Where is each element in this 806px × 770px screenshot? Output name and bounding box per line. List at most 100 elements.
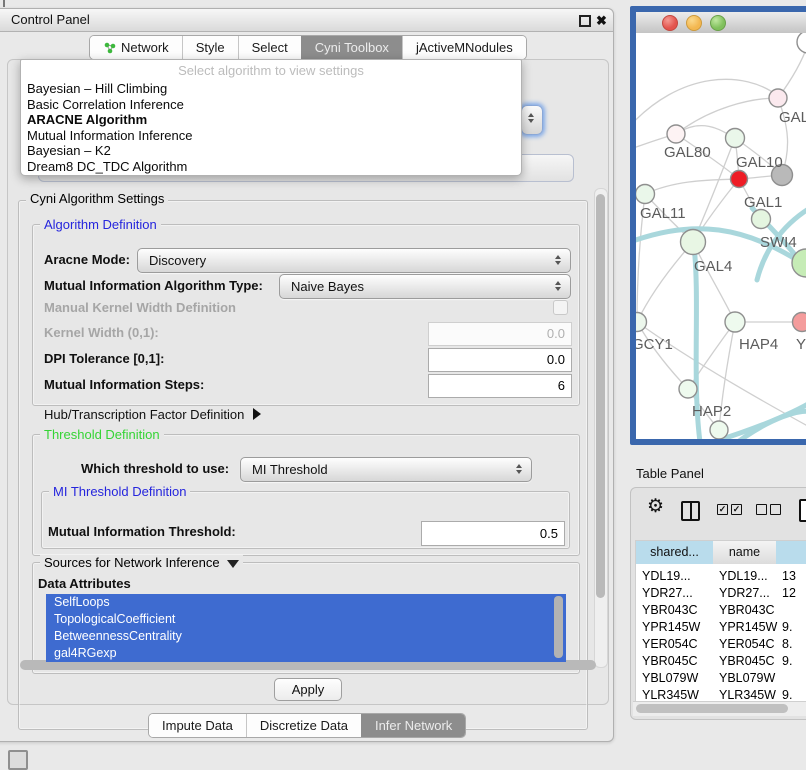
network-node[interactable] [769,89,787,107]
dropdown-item-basic-correlation-inference[interactable]: Basic Correlation Inference [27,97,184,112]
tab-cyni-toolbox[interactable]: Cyni Toolbox [301,36,402,59]
algorithm-combo-fragment[interactable] [521,105,543,135]
float-window-icon[interactable] [579,15,591,27]
close-icon[interactable]: ✖ [596,13,607,29]
gear-icon[interactable]: ⚙ [647,497,664,517]
network-node[interactable] [636,313,647,332]
network-node[interactable] [725,312,745,332]
network-window-titlebar[interactable] [636,12,806,34]
table-horizontal-scrollbar-thumb[interactable] [636,704,788,713]
kernel-width-label: Kernel Width (0,1): [44,321,159,344]
minimize-traffic-icon[interactable] [686,15,702,31]
dropdown-item-aracne-algorithm[interactable]: ARACNE Algorithm [27,112,147,127]
mi-type-combo[interactable]: Naive Bayes [279,274,571,299]
bottom-tab-infer-network[interactable]: Infer Network [361,714,465,737]
table-panel: ⚙ ✓✓ shared...name YDL19...YDL19...13YDR2… [630,487,806,720]
mi-steps-field[interactable]: 6 [428,374,572,398]
attribute-item-gal4rgexp[interactable]: gal4RGexp [46,645,566,662]
network-node-label: HAP2 [692,403,731,420]
table-cell: YBL079W [642,670,698,687]
tab-jactivemnodules[interactable]: jActiveMNodules [402,36,526,59]
network-node[interactable] [710,421,728,439]
sources-title[interactable]: Sources for Network Inference [40,555,243,570]
table-row[interactable]: YDR27...YDR27...12 [636,585,806,602]
tab-style[interactable]: Style [182,36,238,59]
table-row[interactable]: YPR145WYPR145W9. [636,619,806,636]
table-cell: YBR045C [642,653,698,670]
mi-threshold-field[interactable]: 0.5 [421,521,565,546]
kernel-width-field[interactable]: 0.0 [428,322,572,346]
column-header-name[interactable]: name [713,541,777,564]
dropdown-item-mutual-information-inference[interactable]: Mutual Information Inference [27,128,192,143]
network-svg: GALGAL80GAL10GAL1GAL11SWI4GAL4GCY1HAP4YH… [636,33,806,439]
which-threshold-combo[interactable]: MI Threshold [240,457,532,482]
window-edge-tick [3,0,5,7]
table-row[interactable]: YER054CYER054C8. [636,636,806,653]
tab-network[interactable]: Network [90,36,182,59]
tab-select[interactable]: Select [238,36,301,59]
network-node[interactable] [793,313,806,332]
manual-kernel-label: Manual Kernel Width Definition [44,296,236,319]
document-icon[interactable] [799,499,806,522]
dpi-tolerance-label: DPI Tolerance [0,1]: [44,347,164,370]
dpi-tolerance-field[interactable]: 0.0 [428,348,572,372]
algorithm-dropdown-list: Select algorithm to view settings Bayesi… [20,59,522,176]
dropdown-item-bayesian-hill-climbing[interactable]: Bayesian – Hill Climbing [27,81,167,96]
network-edge [637,322,688,389]
table-cell: YDR27... [719,585,770,602]
which-threshold-label: Which threshold to use: [81,457,229,480]
clear-all-checkboxes-icon[interactable] [756,504,784,522]
table-row[interactable]: YDL19...YDL19...13 [636,568,806,585]
manual-kernel-checkbox[interactable] [553,300,568,315]
column-header-2[interactable] [776,541,806,564]
dropdown-item-dream8-dc-tdc-algorithm[interactable]: Dream8 DC_TDC Algorithm [27,159,187,174]
network-canvas[interactable]: GALGAL80GAL10GAL1GAL11SWI4GAL4GCY1HAP4YH… [636,33,806,439]
table-row[interactable]: YBL079WYBL079W [636,670,806,687]
table-cell: YDL19... [642,568,691,585]
control-panel-title: Control Panel [11,9,90,31]
hub-factor-label: Hub/Transcription Factor Definition [44,407,244,422]
zoom-traffic-icon[interactable] [710,15,726,31]
control-panel-window: Control Panel ✖ Network StyleSelectCyni T… [0,8,614,742]
table-horizontal-scrollbar[interactable] [633,701,806,716]
network-node[interactable] [752,210,771,229]
node-table: shared...nameYDL19...YDL19...13YDR27...Y… [635,540,806,703]
attribute-item-selfloops[interactable]: SelfLoops [46,594,566,611]
network-node[interactable] [726,129,745,148]
table-cell: 8. [782,636,792,653]
table-row[interactable]: YBR045CYBR045C9. [636,653,806,670]
attribute-item-betweennesscentrality[interactable]: BetweennessCentrality [46,628,566,645]
table-row[interactable]: YBR043CYBR043C [636,602,806,619]
settings-vertical-scrollbar-thumb[interactable] [596,194,605,598]
attribute-item-topologicalcoefficient[interactable]: TopologicalCoefficient [46,611,566,628]
columns-icon[interactable] [681,501,700,521]
tab-network-label: Network [121,36,169,59]
list-scrollbar[interactable] [554,596,563,658]
network-node[interactable] [667,125,685,143]
network-node-label: Y [796,336,806,353]
network-node-label: GAL [779,109,806,126]
select-all-checkboxes-icon[interactable]: ✓✓ [717,504,745,522]
dropdown-placeholder: Select algorithm to view settings [21,63,521,78]
network-edge [637,242,693,322]
column-header-shared[interactable]: shared... [636,541,714,564]
hub-factor-expander[interactable]: Hub/Transcription Factor Definition [44,404,261,424]
network-node[interactable] [681,230,706,255]
table-cell: YPR145W [719,619,777,636]
close-traffic-icon[interactable] [662,15,678,31]
bottom-tab-impute-data[interactable]: Impute Data [149,714,246,737]
data-attributes-list: SelfLoopsTopologicalCoefficientBetweenne… [46,594,566,662]
network-node[interactable] [679,380,697,398]
aracne-mode-combo[interactable]: Discovery [137,248,571,273]
bottom-tab-discretize-data[interactable]: Discretize Data [246,714,361,737]
network-node[interactable] [731,171,748,188]
minimized-panel-icon[interactable] [8,750,28,770]
apply-button[interactable]: Apply [274,678,342,701]
aracne-mode-value: Discovery [149,249,206,272]
combo-arrows-icon [555,281,562,291]
network-node[interactable] [636,185,655,204]
network-node[interactable] [797,33,806,53]
dropdown-item-bayesian-k2[interactable]: Bayesian – K2 [27,143,111,158]
mi-steps-label: Mutual Information Steps: [44,373,204,396]
network-view-window: GALGAL80GAL10GAL1GAL11SWI4GAL4GCY1HAP4YH… [630,6,806,445]
